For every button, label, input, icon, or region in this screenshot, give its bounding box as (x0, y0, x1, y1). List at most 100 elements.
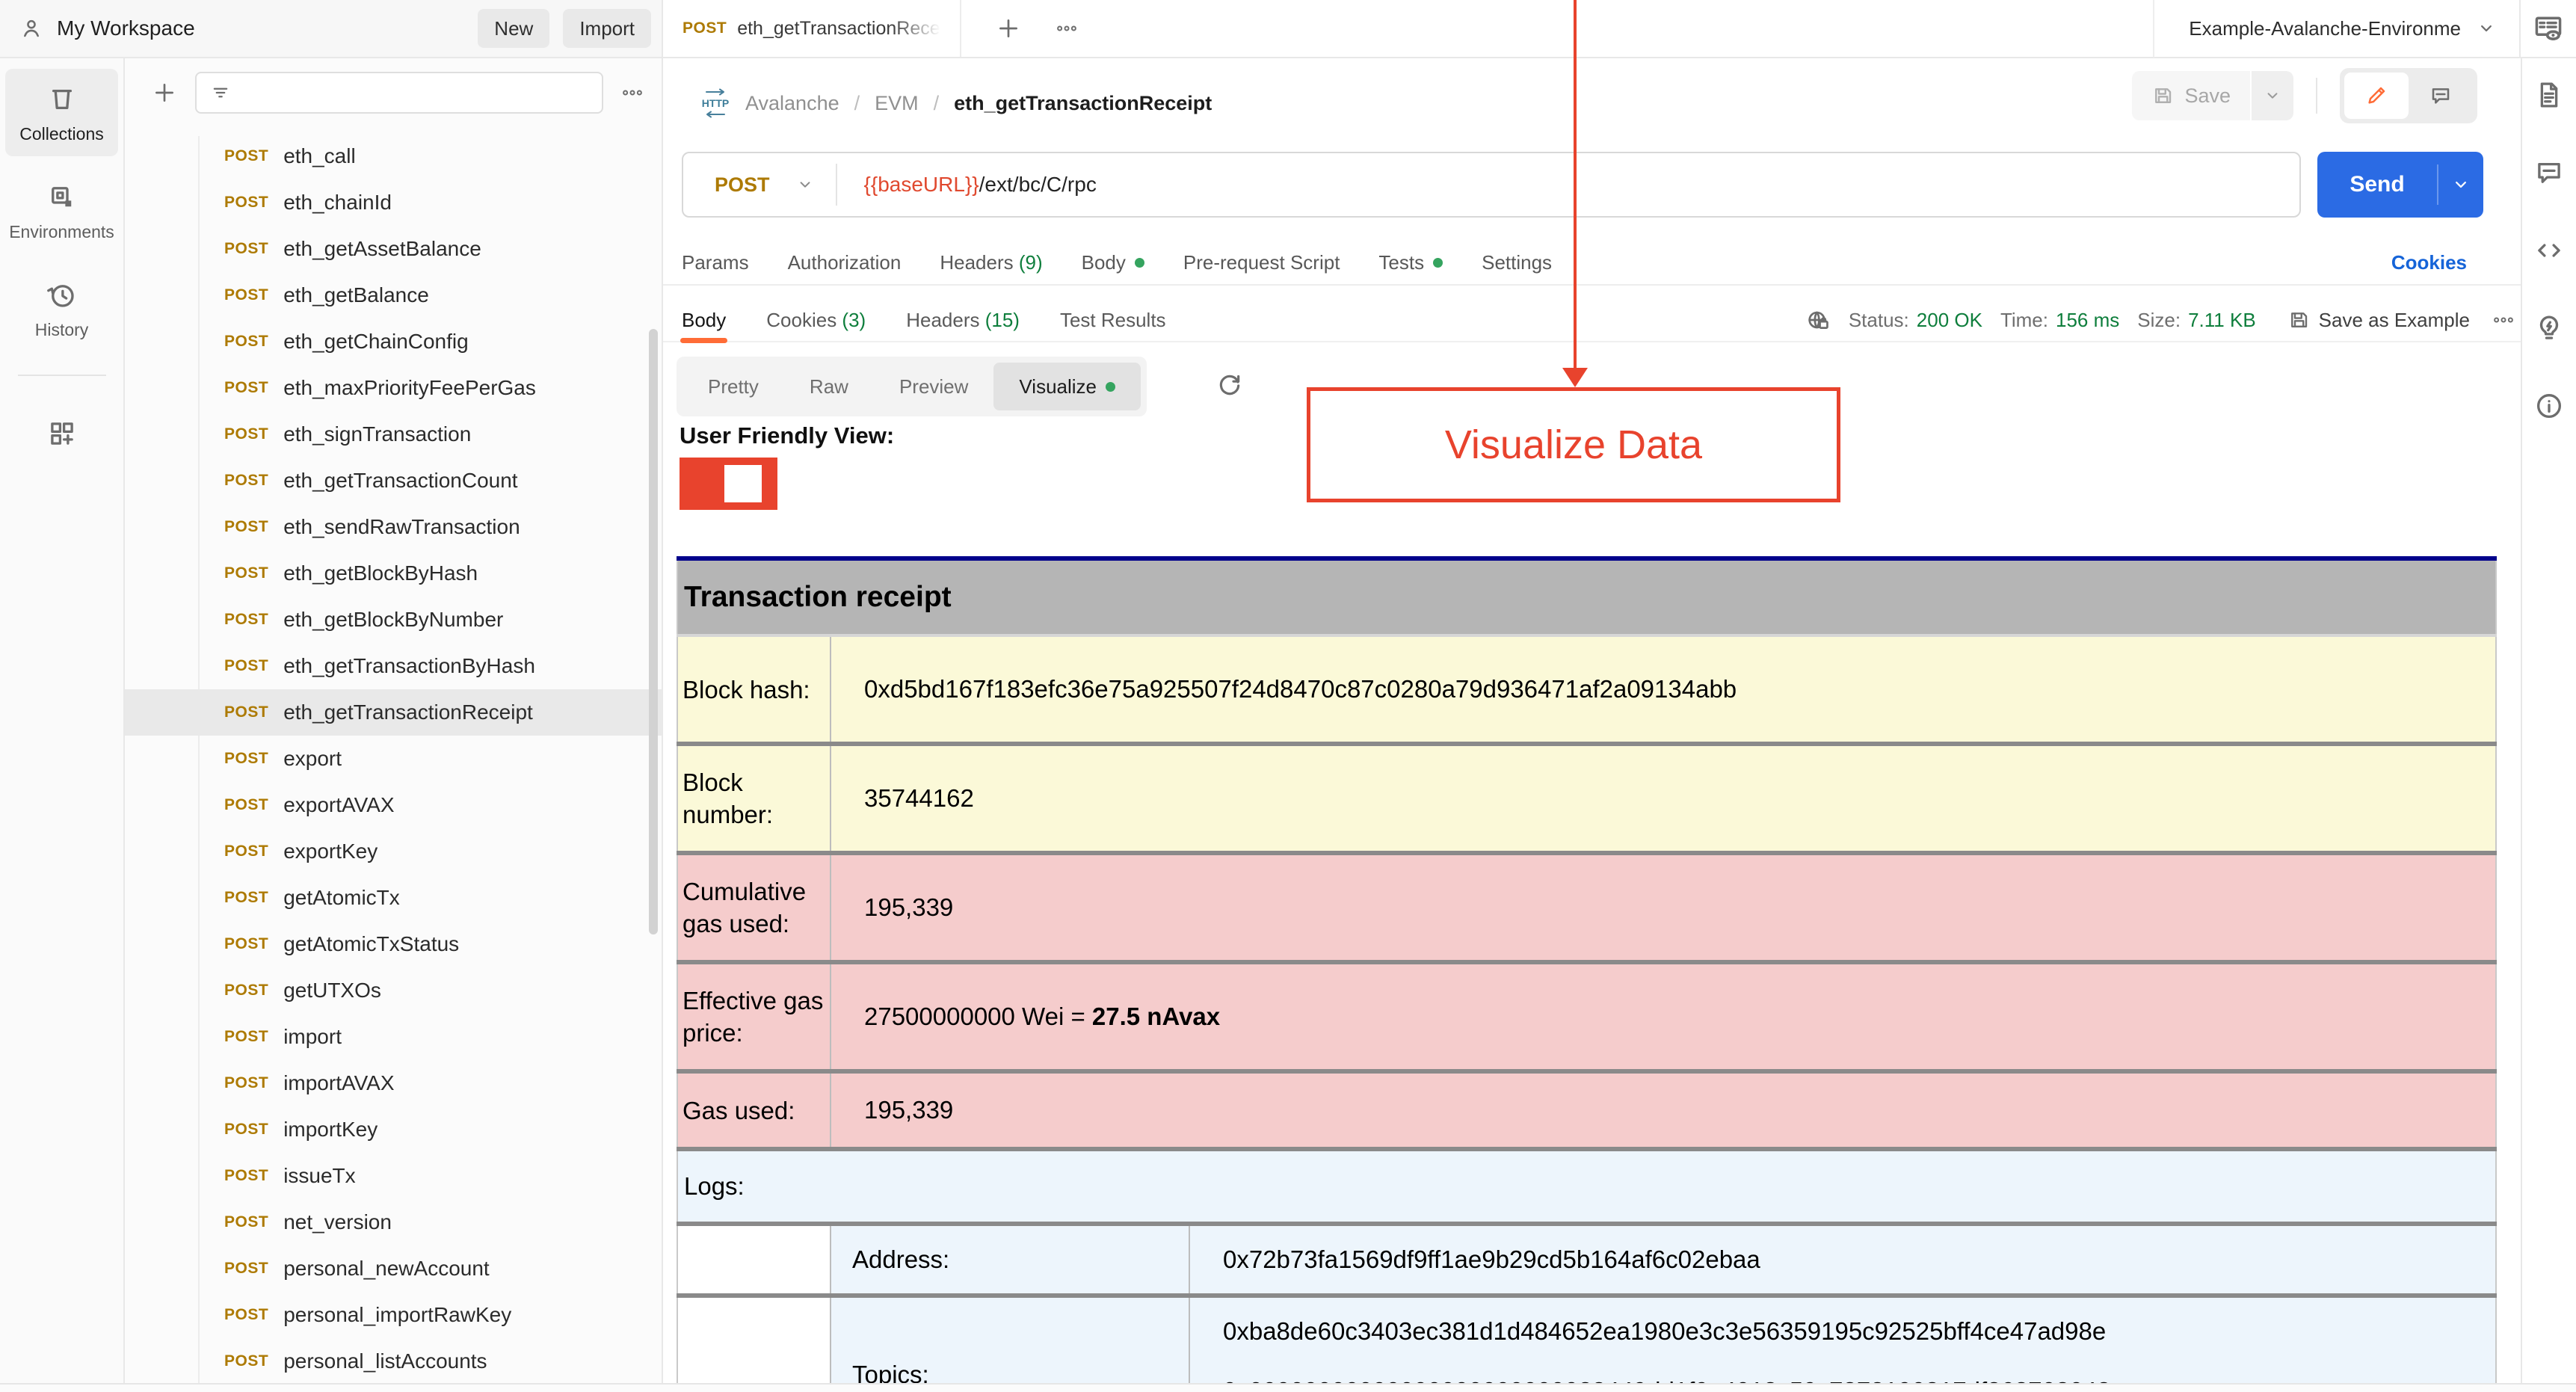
method-select[interactable]: POST (683, 173, 795, 197)
field-value: 195,339 (831, 853, 2496, 962)
sidebar-request-eth_getTransactionByHash[interactable]: POST eth_getTransactionByHash (125, 643, 662, 689)
request-name: getUTXOs (283, 979, 381, 1002)
grid-plus-icon (50, 422, 73, 445)
sidebar-request-eth_getTransactionCount[interactable]: POST eth_getTransactionCount (125, 458, 662, 504)
sidebar-request-importAVAX[interactable]: POST importAVAX (125, 1060, 662, 1106)
method-badge: POST (224, 1028, 269, 1045)
sidebar-item-collections[interactable]: Collections (5, 69, 118, 156)
response-tab-headers[interactable]: Headers (15) (906, 309, 1020, 332)
save-icon (2290, 312, 2307, 327)
tab-params[interactable]: Params (682, 251, 749, 274)
sidebar-request-issueTx[interactable]: POST issueTx (125, 1153, 662, 1199)
tab-authorization[interactable]: Authorization (788, 251, 902, 274)
environment-selector[interactable]: Example-Avalanche-Environme (2189, 17, 2461, 40)
history-icon (46, 285, 74, 307)
user-friendly-toggle[interactable] (680, 458, 777, 510)
sidebar-request-getUTXOs[interactable]: POST getUTXOs (125, 967, 662, 1014)
sidebar-request-personal_listAccounts[interactable]: POST personal_listAccounts (125, 1338, 662, 1385)
code-snippet-icon[interactable] (2533, 235, 2565, 266)
request-list: POST eth_call POST eth_chainId POST eth_getAs… (125, 133, 662, 1392)
sidebar-item-history[interactable]: History (5, 265, 118, 352)
sidebar-request-eth_getBlockByNumber[interactable]: POST eth_getBlockByNumber (125, 597, 662, 643)
workspace-name[interactable]: My Workspace (57, 16, 195, 40)
method-badge: POST (224, 1213, 269, 1231)
comments-button[interactable] (2409, 73, 2473, 119)
filter-input[interactable] (195, 72, 603, 114)
sidebar-scrollbar[interactable] (649, 329, 658, 934)
documentation-icon[interactable] (2533, 79, 2565, 111)
sidebar-request-eth_signTransaction[interactable]: POST eth_signTransaction (125, 411, 662, 458)
request-title: eth_getTransactionReceipt (954, 91, 1212, 114)
sidebar-request-net_version[interactable]: POST net_version (125, 1199, 662, 1245)
response-tab-cookies[interactable]: Cookies (3) (766, 309, 866, 332)
sidebar-request-export[interactable]: POST export (125, 736, 662, 782)
comments-icon[interactable] (2533, 157, 2565, 188)
tab-tests[interactable]: Tests (1378, 251, 1443, 274)
send-options-button[interactable] (2438, 174, 2483, 195)
refresh-icon[interactable] (1215, 371, 1245, 401)
tab-options-icon[interactable] (1056, 17, 1078, 40)
breadcrumb-folder[interactable]: EVM (875, 92, 919, 115)
lightbulb-icon[interactable] (2533, 312, 2565, 344)
save-options-button[interactable] (2252, 71, 2293, 120)
sidebar-request-exportKey[interactable]: POST exportKey (125, 828, 662, 875)
save-label: Save (2184, 84, 2231, 107)
view-pretty[interactable]: Pretty (682, 363, 784, 410)
sidebar-request-personal_newAccount[interactable]: POST personal_newAccount (125, 1245, 662, 1292)
sidebar-request-eth_getTransactionReceipt[interactable]: POST eth_getTransactionReceipt (125, 689, 662, 736)
sidebar-item-environments[interactable]: Environments (5, 167, 118, 254)
sidebar-request-eth_getBalance[interactable]: POST eth_getBalance (125, 272, 662, 318)
url-input[interactable]: {{baseURL}}/ext/bc/C/rpc (864, 173, 1097, 197)
view-raw[interactable]: Raw (784, 363, 874, 410)
sidebar-request-eth_getAssetBalance[interactable]: POST eth_getAssetBalance (125, 226, 662, 272)
response-tab-test-results[interactable]: Test Results (1060, 309, 1166, 332)
field-label: Cumulative gas used: (677, 853, 831, 962)
sidebar-request-eth_call[interactable]: POST eth_call (125, 133, 662, 179)
sidebar-request-exportAVAX[interactable]: POST exportAVAX (125, 782, 662, 828)
method-badge: POST (224, 518, 269, 535)
sidebar-request-eth_getBlockByHash[interactable]: POST eth_getBlockByHash (125, 550, 662, 597)
network-globe-lock-icon[interactable] (1805, 307, 1831, 333)
table-field-row: Block number: 35744162 (677, 744, 2496, 853)
sidebar-request-getAtomicTxStatus[interactable]: POST getAtomicTxStatus (125, 921, 662, 967)
sidebar-item-more-tools[interactable] (5, 403, 118, 461)
tab-label: Params (682, 250, 749, 274)
view-preview[interactable]: Preview (874, 363, 993, 410)
method-badge: POST (224, 1306, 269, 1323)
sidebar-request-eth_maxPriorityFeePerGas[interactable]: POST eth_maxPriorityFeePerGas (125, 365, 662, 411)
response-more-icon[interactable] (2492, 309, 2515, 331)
tab-body[interactable]: Body (1082, 251, 1144, 274)
sidebar-request-eth_sendRawTransaction[interactable]: POST eth_sendRawTransaction (125, 504, 662, 550)
view-visualize[interactable]: Visualize (993, 363, 1141, 410)
import-button[interactable]: Import (563, 9, 651, 48)
send-button[interactable]: Send (2317, 152, 2483, 218)
breadcrumb-collection[interactable]: Avalanche (745, 92, 839, 115)
add-collection-icon[interactable] (152, 80, 177, 105)
request-tab-open[interactable]: POST eth_getTransactionRece (663, 0, 961, 57)
edit-mode-button[interactable] (2344, 73, 2409, 119)
save-button[interactable]: Save (2132, 71, 2250, 120)
url-editor: POST {{baseURL}}/ext/bc/C/rpc (682, 152, 2301, 218)
tab-headers[interactable]: Headers (9) (940, 251, 1042, 274)
tab-pre-request-script[interactable]: Pre-request Script (1183, 251, 1340, 274)
environment-quick-look-button[interactable] (2519, 0, 2576, 57)
breadcrumb-separator: / (854, 91, 860, 114)
sidebar-more-icon[interactable] (621, 81, 644, 104)
chevron-down-icon[interactable] (795, 175, 815, 194)
sidebar-request-importKey[interactable]: POST importKey (125, 1106, 662, 1153)
top-bar: My Workspace New Import POST eth_getTran… (0, 0, 2576, 58)
cookies-link[interactable]: Cookies (2391, 251, 2467, 274)
chevron-down-icon[interactable] (2476, 18, 2497, 39)
response-tab-body[interactable]: Body (680, 309, 728, 343)
sidebar-request-eth_getChainConfig[interactable]: POST eth_getChainConfig (125, 318, 662, 365)
sidebar-request-personal_importRawKey[interactable]: POST personal_importRawKey (125, 1292, 662, 1338)
tab-settings[interactable]: Settings (1482, 251, 1552, 274)
tab-count-badge: (3) (836, 308, 866, 331)
save-as-example-button[interactable]: Save as Example (2287, 309, 2470, 332)
sidebar-request-eth_chainId[interactable]: POST eth_chainId (125, 179, 662, 226)
new-button[interactable]: New (478, 9, 550, 48)
info-icon[interactable] (2533, 390, 2565, 422)
sidebar-request-import[interactable]: POST import (125, 1014, 662, 1060)
add-tab-icon[interactable] (996, 16, 1021, 41)
sidebar-request-getAtomicTx[interactable]: POST getAtomicTx (125, 875, 662, 921)
